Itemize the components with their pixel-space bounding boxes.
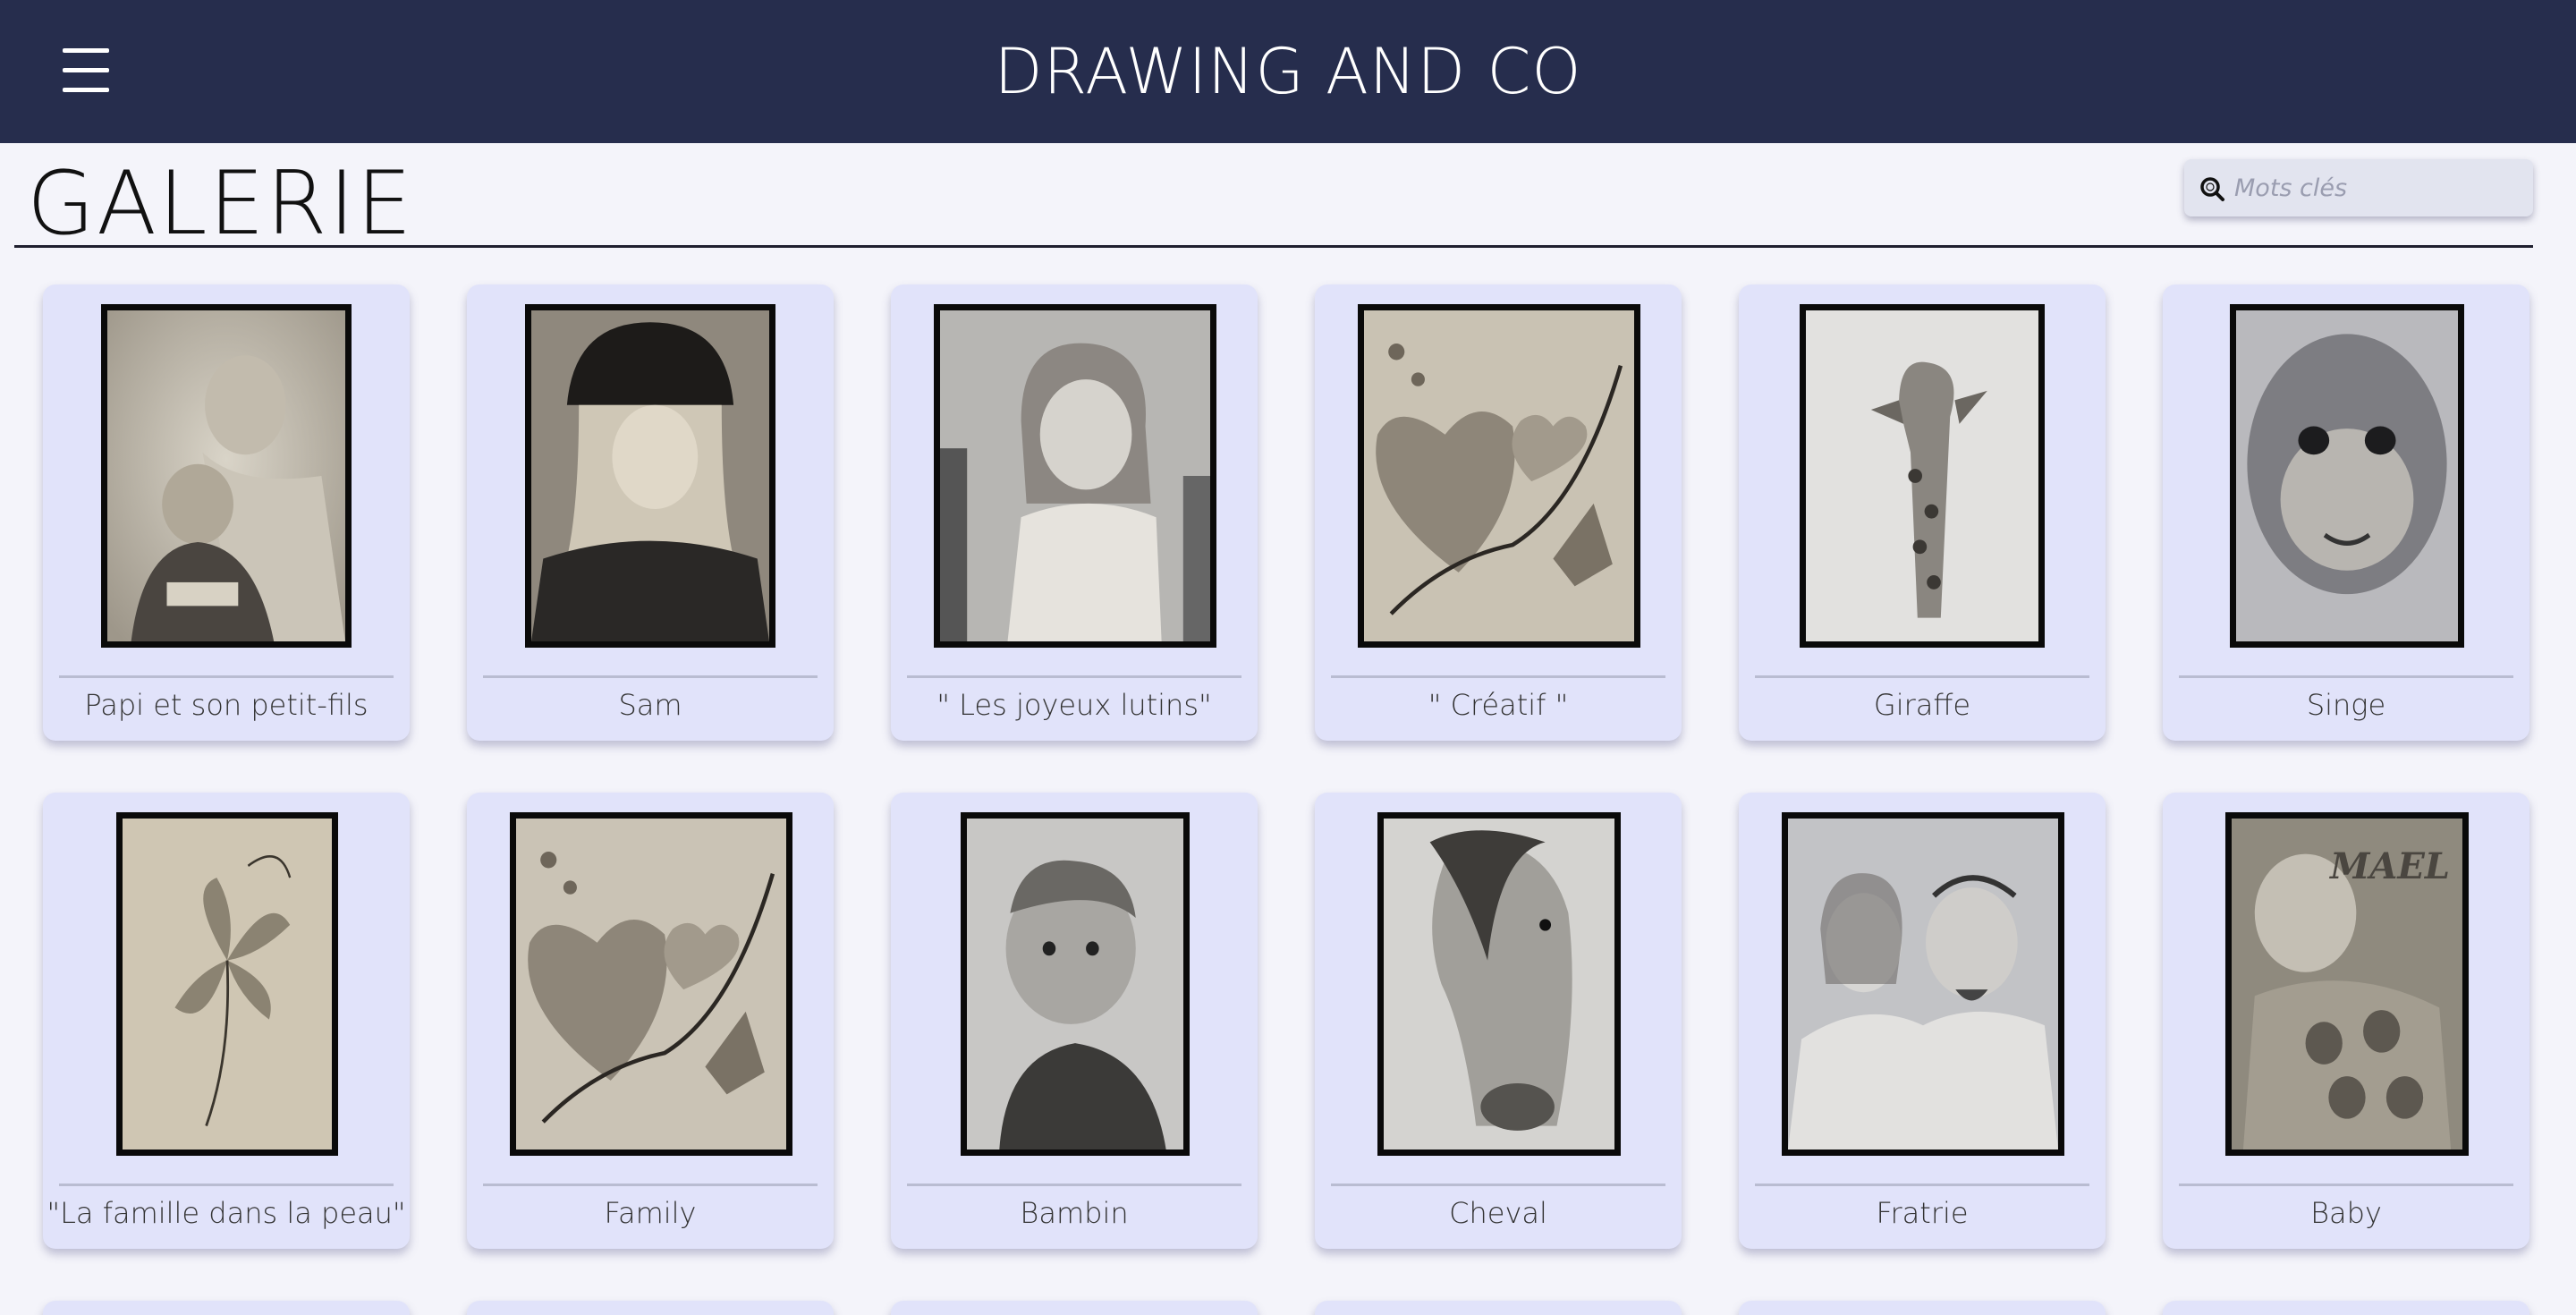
card-title[interactable]: Fratrie [1739,1193,2106,1233]
card-title[interactable]: Bambin [891,1193,1258,1233]
card-title[interactable]: Singe [2163,685,2529,725]
gallery-card[interactable]: " Créatif " [1315,284,1682,741]
card-divider [1755,675,2089,678]
gallery-card[interactable]: Bambin [891,793,1258,1249]
drawing-thumbnail[interactable] [1377,812,1621,1156]
gallery-card[interactable]: " Les joyeux lutins" [891,284,1258,741]
card-divider [59,1184,394,1186]
drawing-thumbnail[interactable] [510,812,792,1156]
card-title[interactable]: Cheval [1315,1193,1682,1233]
card-divider [1755,1184,2089,1186]
gallery-card[interactable]: Sam [467,284,834,741]
drawing-thumbnail[interactable] [101,304,352,648]
card-title[interactable]: Giraffe [1739,685,2106,725]
gallery-card[interactable] [467,1301,834,1315]
gallery-card[interactable] [43,1301,410,1315]
card-title[interactable]: Sam [467,685,834,725]
gallery-card[interactable]: Giraffe [1739,284,2106,741]
search-icon[interactable] [2199,175,2225,202]
card-title[interactable]: Baby [2163,1193,2529,1233]
card-divider [1331,1184,1665,1186]
drawing-thumbnail[interactable] [1358,304,1640,648]
drawing-thumbnail[interactable] [934,304,1216,648]
site-title[interactable]: DRAWING AND CO [0,32,2576,111]
drawing-thumbnail[interactable]: MAEL [2225,812,2469,1156]
drawing-inscription: MAEL [2330,845,2450,887]
drawing-thumbnail[interactable] [525,304,775,648]
drawing-thumbnail[interactable] [2230,304,2464,648]
page-title: GALERIE [27,153,414,255]
card-divider [2179,675,2513,678]
card-divider [59,675,394,678]
card-title[interactable]: Papi et son petit-fils [43,685,410,725]
drawing-thumbnail[interactable] [116,812,338,1156]
card-divider [907,675,1241,678]
gallery-card[interactable]: Papi et son petit-fils [43,284,410,741]
search-box[interactable] [2184,159,2533,216]
gallery-card[interactable] [2163,1301,2529,1315]
card-divider [483,675,818,678]
gallery-card[interactable]: MAEL Baby [2163,793,2529,1249]
card-divider [1331,675,1665,678]
card-divider [2179,1184,2513,1186]
gallery-card[interactable]: Singe [2163,284,2529,741]
card-title[interactable]: " Créatif " [1315,685,1682,725]
gallery-card[interactable] [1315,1301,1682,1315]
drawing-thumbnail[interactable] [961,812,1190,1156]
card-title[interactable]: Family [467,1193,834,1233]
gallery-card[interactable]: "La famille dans la peau" [43,793,410,1249]
search-input[interactable] [2234,168,2521,208]
gallery-card[interactable]: Family [467,793,834,1249]
gallery-card[interactable]: Fratrie [1739,793,2106,1249]
drawing-thumbnail[interactable] [1782,812,2064,1156]
drawing-thumbnail[interactable] [1800,304,2045,648]
title-divider [14,245,2533,248]
gallery-card[interactable]: Cheval [1315,793,1682,1249]
card-title[interactable]: " Les joyeux lutins" [891,685,1258,725]
site-header: DRAWING AND CO [0,0,2576,143]
card-title[interactable]: "La famille dans la peau" [43,1193,410,1233]
card-divider [483,1184,818,1186]
card-divider [907,1184,1241,1186]
gallery-card[interactable] [891,1301,1258,1315]
gallery-card[interactable] [1739,1301,2106,1315]
